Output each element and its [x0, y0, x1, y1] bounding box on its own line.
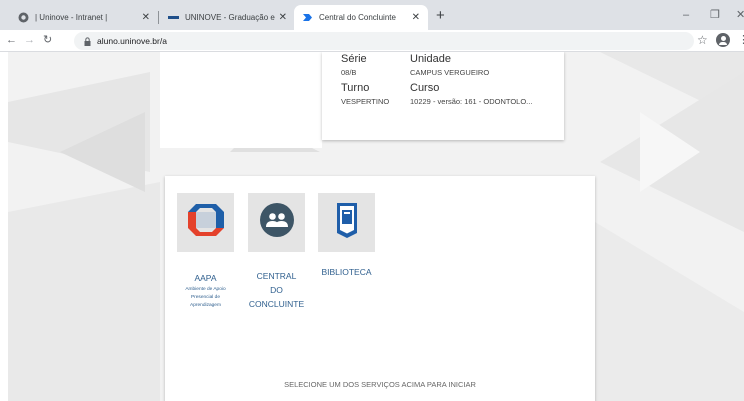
bookmark-star-icon[interactable]: ☆: [697, 34, 708, 46]
tab-title: | Uninove - Intranet |: [35, 13, 108, 22]
aapa-logo-icon: [186, 200, 226, 245]
tab-close-icon[interactable]: ✕: [142, 12, 150, 23]
restore-icon[interactable]: ❐: [710, 9, 720, 21]
tab-central-do-concluinte[interactable]: Central do Concluinte ✕: [294, 5, 428, 30]
concluinte-name-line-3[interactable]: CONCLUINTE: [248, 298, 305, 311]
biblioteca-service-name[interactable]: BIBLIOTECA: [310, 266, 383, 279]
aapa-desc-line-3: Aprendizagem: [190, 303, 221, 308]
tab-close-icon[interactable]: ✕: [412, 12, 420, 23]
users-group-icon: [259, 202, 295, 243]
tab-close-icon[interactable]: ✕: [279, 12, 287, 23]
lock-icon: [84, 36, 91, 46]
browser-tab-strip: | Uninove - Intranet | ✕ UNINOVE - Gradu…: [0, 0, 744, 30]
tab-uninove-graduacao[interactable]: UNINOVE - Graduação e Pós-gra ✕: [160, 5, 295, 30]
tab-title: UNINOVE - Graduação e Pós-gra: [185, 13, 275, 22]
minimize-icon[interactable]: –: [683, 9, 689, 21]
aapa-service-tile[interactable]: [177, 193, 234, 252]
forward-arrow-icon[interactable]: →: [24, 34, 35, 46]
browser-toolbar: ← → ↻ aluno.uninove.br/a ☆ ⋮: [0, 30, 744, 52]
left-border-strip: [0, 52, 8, 401]
curso-value: 10229 - versão: 161 - ODONTOLO...: [410, 97, 533, 106]
new-tab-plus-icon[interactable]: +: [436, 8, 445, 23]
globe-icon: [18, 12, 29, 23]
profile-avatar-icon[interactable]: [716, 33, 730, 47]
serie-label: Série: [341, 53, 367, 65]
url-text: aluno.uninove.br/a: [97, 36, 167, 46]
central-favicon-icon: [302, 12, 313, 23]
curso-label: Curso: [410, 82, 440, 94]
turno-label: Turno: [341, 82, 370, 94]
address-bar[interactable]: aluno.uninove.br/a: [74, 32, 694, 50]
unidade-label: Unidade: [410, 53, 451, 65]
turno-value: VESPERTINO: [341, 97, 390, 106]
tab-uninove-intranet[interactable]: | Uninove - Intranet | ✕: [10, 5, 158, 30]
tab-divider: [158, 11, 159, 24]
white-overlay-panel: [160, 52, 322, 148]
reload-icon[interactable]: ↻: [43, 34, 52, 46]
back-arrow-icon[interactable]: ←: [6, 34, 17, 46]
student-info-card: Série 08/B Unidade CAMPUS VERGUEIRO Turn…: [322, 52, 564, 140]
page-content: Série 08/B Unidade CAMPUS VERGUEIRO Turn…: [0, 52, 744, 401]
unidade-value: CAMPUS VERGUEIRO: [410, 68, 490, 77]
aapa-desc-line-2: Presencial de: [190, 295, 221, 300]
aapa-service-name[interactable]: AAPA: [177, 272, 234, 285]
instruction-text: SELECIONE UM DOS SERVIÇOS ACIMA PARA INI…: [284, 380, 476, 389]
book-icon: [334, 201, 360, 244]
window-close-icon[interactable]: ✕: [736, 9, 744, 21]
tab-title: Central do Concluinte: [319, 13, 396, 22]
uninove-favicon-icon: [168, 12, 179, 23]
aapa-desc-line-1: Ambiente de Apoio: [185, 287, 226, 292]
biblioteca-service-tile[interactable]: [318, 193, 375, 252]
central-do-concluinte-service-tile[interactable]: [248, 193, 305, 252]
concluinte-name-line-2[interactable]: DO: [248, 284, 305, 297]
concluinte-name-line-1[interactable]: CENTRAL: [248, 270, 305, 283]
menu-kebab-icon[interactable]: ⋮: [738, 34, 744, 46]
services-card: AAPA Ambiente de Apoio Presencial de Apr…: [165, 176, 595, 401]
serie-value: 08/B: [341, 68, 357, 77]
